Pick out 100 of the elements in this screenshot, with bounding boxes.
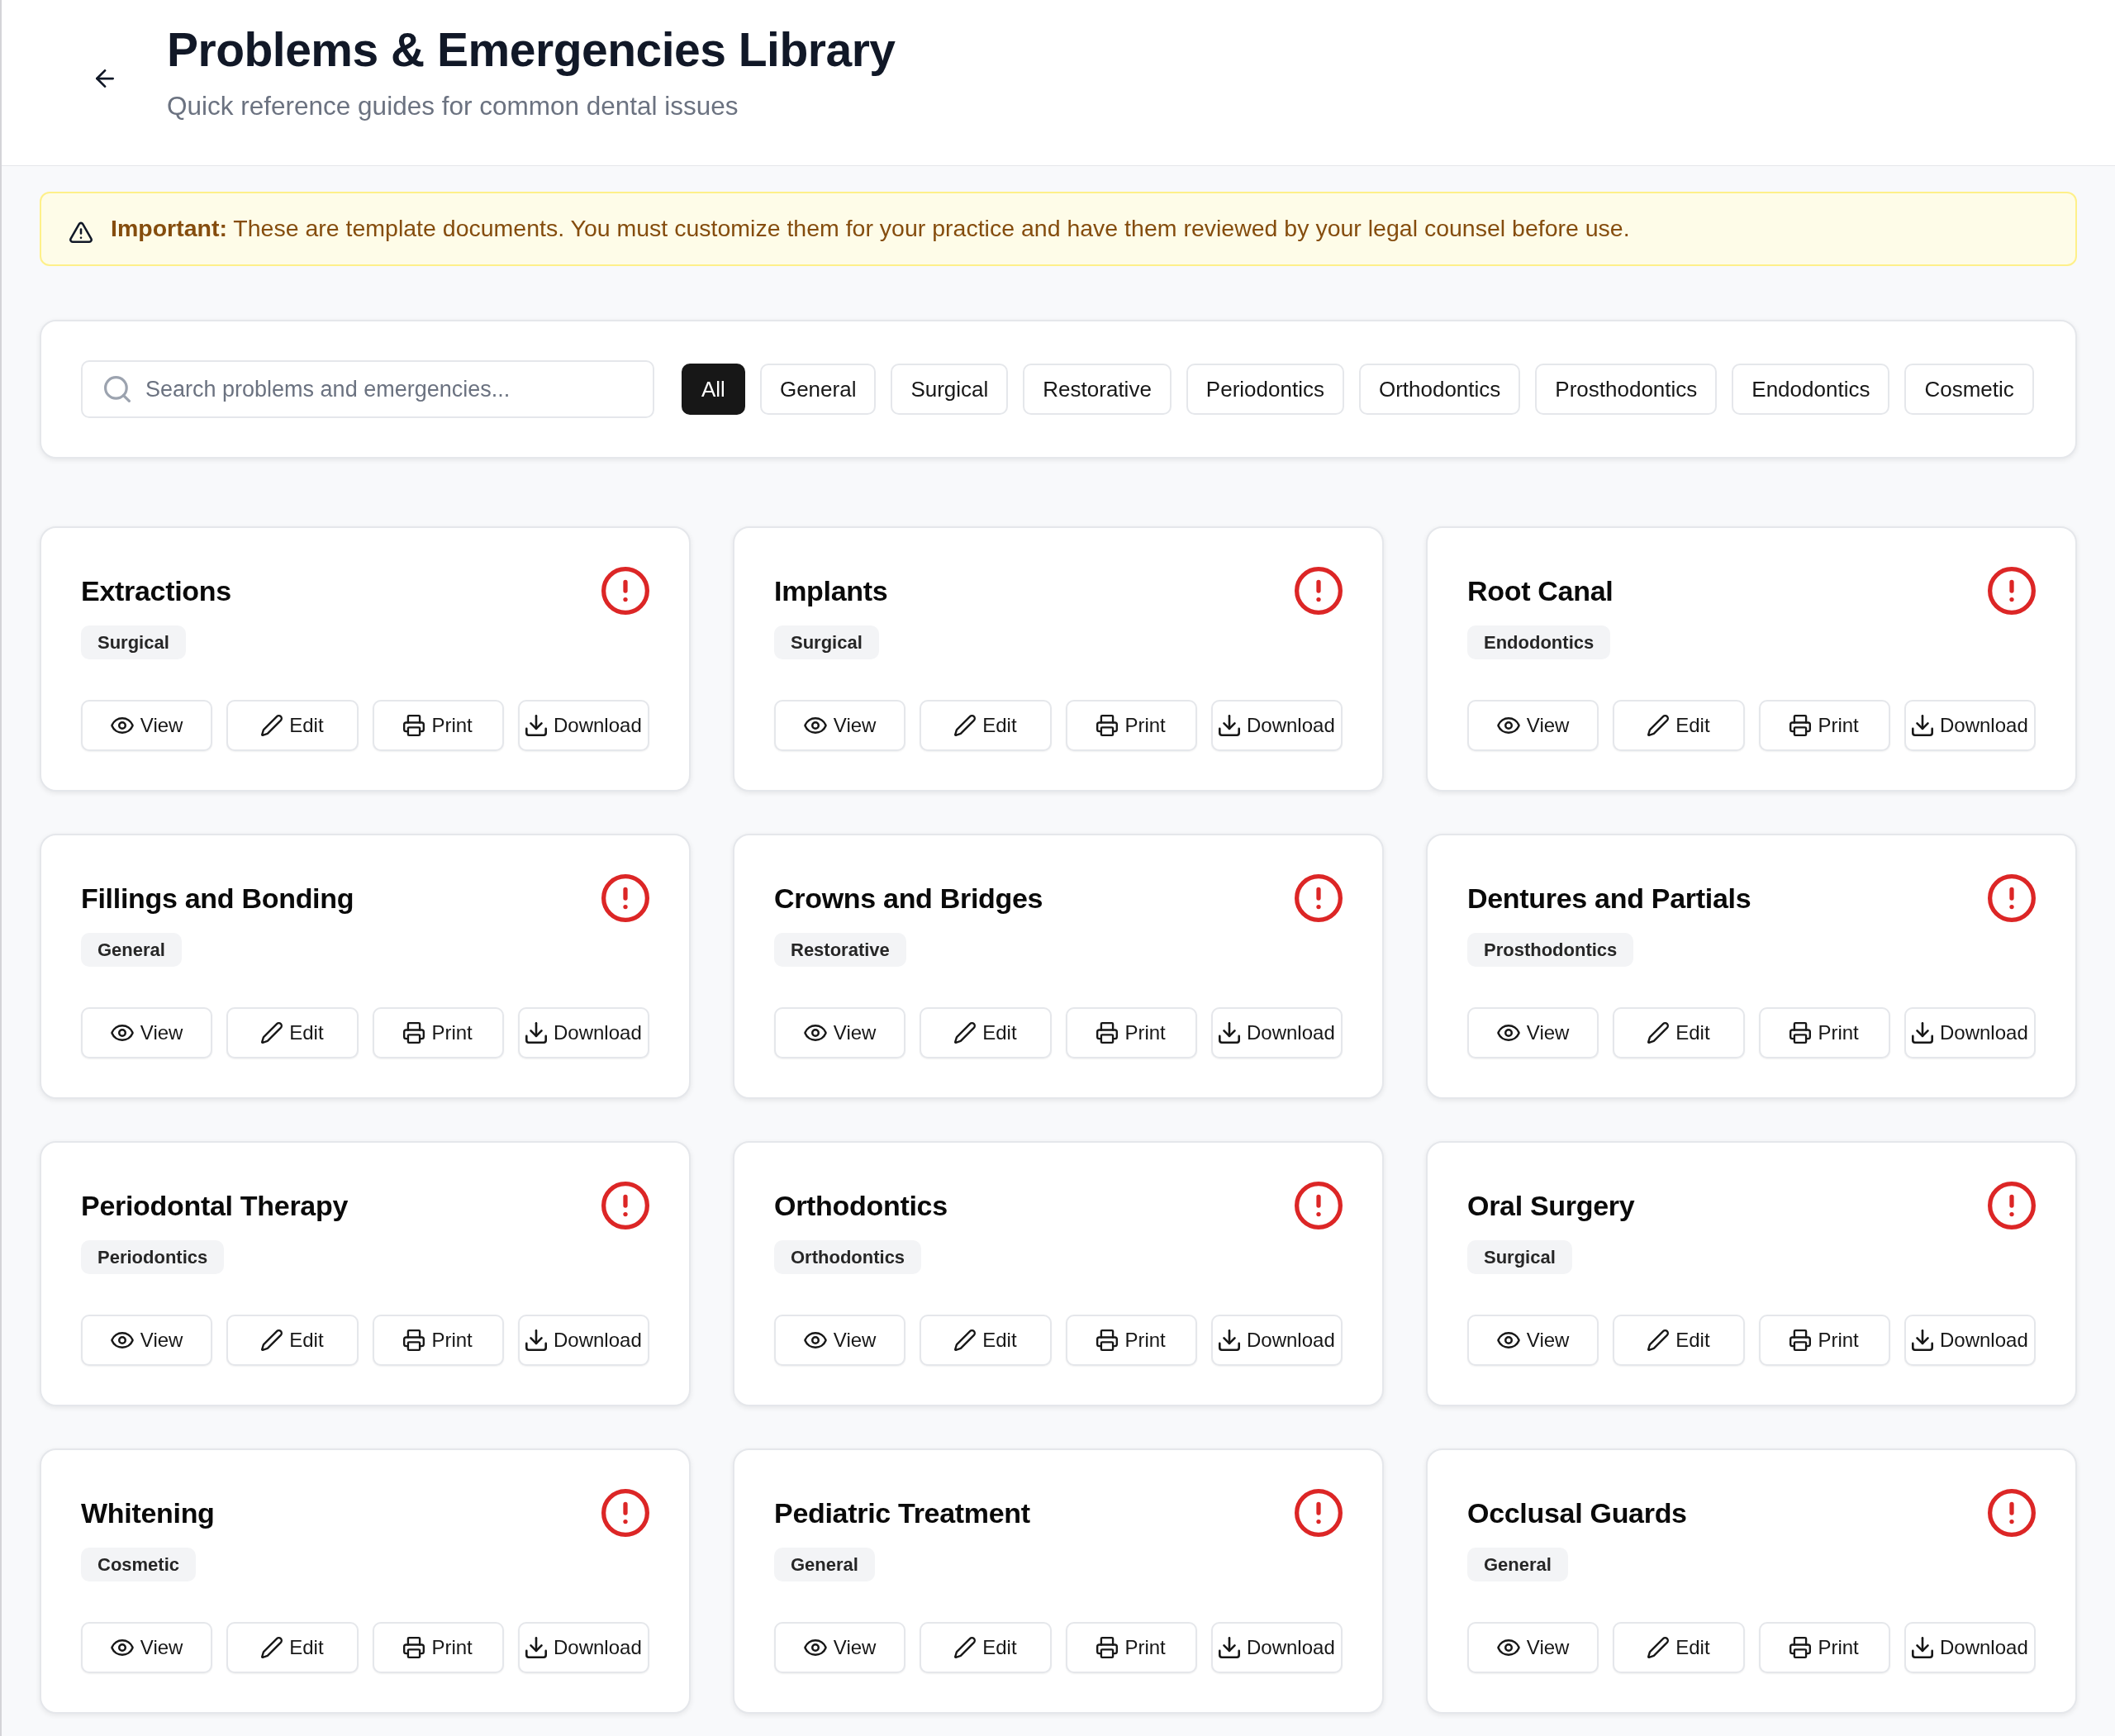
card-title: Root Canal xyxy=(1467,573,1614,608)
edit-button[interactable]: Edit xyxy=(920,1007,1052,1058)
filter-chip[interactable]: All xyxy=(682,364,745,415)
card-title: Pediatric Treatment xyxy=(774,1496,1030,1530)
download-icon xyxy=(1219,715,1240,736)
print-button[interactable]: Print xyxy=(372,1315,504,1366)
view-button[interactable]: View xyxy=(774,1007,906,1058)
download-button[interactable]: Download xyxy=(517,1622,649,1673)
card-title: Fillings and Bonding xyxy=(81,881,354,916)
card-title: Periodontal Therapy xyxy=(81,1188,349,1223)
category-tag: Prosthodontics xyxy=(1467,933,1634,967)
category-tag: Surgical xyxy=(774,625,879,659)
view-button[interactable]: View xyxy=(1467,1315,1599,1366)
filter-chip[interactable]: Surgical xyxy=(891,364,1009,415)
warning-text: Important: These are template documents. You must customize them for your practice and have them reviewed by your legal counsel before use. xyxy=(111,214,1630,244)
edit-button[interactable]: Edit xyxy=(1613,1007,1745,1058)
card-title: Oral Surgery xyxy=(1467,1188,1635,1223)
download-button[interactable]: Download xyxy=(1904,700,2036,751)
print-button[interactable]: Print xyxy=(1065,1315,1197,1366)
download-button[interactable]: Download xyxy=(1210,700,1343,751)
category-tag: General xyxy=(1467,1548,1568,1581)
printer-icon xyxy=(403,715,425,736)
view-button[interactable]: View xyxy=(1467,1007,1599,1058)
alert-circle-icon xyxy=(1988,567,2036,615)
download-button[interactable]: Download xyxy=(1904,1007,2036,1058)
view-button[interactable]: View xyxy=(774,1315,906,1366)
edit-button[interactable]: Edit xyxy=(920,700,1052,751)
printer-icon xyxy=(1096,1329,1119,1351)
download-button[interactable]: Download xyxy=(517,1007,649,1058)
eye-icon xyxy=(1496,1025,1520,1041)
filter-chip[interactable]: General xyxy=(759,364,877,415)
filter-chip[interactable]: Orthodontics xyxy=(1358,364,1521,415)
view-button[interactable]: View xyxy=(1467,700,1599,751)
printer-icon xyxy=(1789,1022,1812,1044)
edit-button[interactable]: Edit xyxy=(920,1622,1052,1673)
eye-icon xyxy=(803,1025,827,1041)
download-button[interactable]: Download xyxy=(1210,1315,1343,1366)
category-tag: Orthodontics xyxy=(774,1240,922,1274)
download-button[interactable]: Download xyxy=(1210,1622,1343,1673)
print-button[interactable]: Print xyxy=(1065,1622,1197,1673)
edit-button[interactable]: Edit xyxy=(226,1315,359,1366)
view-button[interactable]: View xyxy=(774,700,906,751)
download-button[interactable]: Download xyxy=(1904,1315,2036,1366)
download-icon xyxy=(525,1637,547,1658)
view-button[interactable]: View xyxy=(81,700,213,751)
print-button[interactable]: Print xyxy=(1758,1007,1890,1058)
eye-icon xyxy=(110,1639,134,1656)
pencil-icon xyxy=(954,1637,977,1658)
category-tag: Periodontics xyxy=(81,1240,225,1274)
download-icon xyxy=(1912,1329,1933,1351)
filter-chip[interactable]: Restorative xyxy=(1023,364,1172,415)
print-button[interactable]: Print xyxy=(372,1007,504,1058)
edit-button[interactable]: Edit xyxy=(1613,1622,1745,1673)
filter-chip[interactable]: Prosthodontics xyxy=(1535,364,1718,415)
edit-button[interactable]: Edit xyxy=(1613,700,1745,751)
eye-icon xyxy=(803,717,827,734)
alert-circle-icon xyxy=(601,1182,649,1229)
download-button[interactable]: Download xyxy=(1210,1007,1343,1058)
card-title: Orthodontics xyxy=(774,1188,948,1223)
print-button[interactable]: Print xyxy=(1758,700,1890,751)
category-tag: General xyxy=(81,933,182,967)
category-tag: Surgical xyxy=(81,625,186,659)
edit-button[interactable]: Edit xyxy=(226,1007,359,1058)
view-button[interactable]: View xyxy=(1467,1622,1599,1673)
download-button[interactable]: Download xyxy=(517,700,649,751)
edit-button[interactable]: Edit xyxy=(226,700,359,751)
edit-button[interactable]: Edit xyxy=(1613,1315,1745,1366)
filter-chip[interactable]: Periodontics xyxy=(1186,364,1344,415)
printer-icon xyxy=(1789,1637,1812,1658)
view-button[interactable]: View xyxy=(81,1007,213,1058)
view-button[interactable]: View xyxy=(774,1622,906,1673)
pencil-icon xyxy=(1647,1022,1670,1044)
print-button[interactable]: Print xyxy=(372,1622,504,1673)
eye-icon xyxy=(110,1025,134,1041)
print-button[interactable]: Print xyxy=(1758,1315,1890,1366)
view-button[interactable]: View xyxy=(81,1315,213,1366)
filter-chip[interactable]: Cosmetic xyxy=(1904,364,2034,415)
pencil-icon xyxy=(261,1022,283,1044)
print-button[interactable]: Print xyxy=(1065,1007,1197,1058)
pencil-icon xyxy=(954,715,977,736)
eye-icon xyxy=(110,717,134,734)
printer-icon xyxy=(1096,715,1119,736)
edit-button[interactable]: Edit xyxy=(226,1622,359,1673)
download-button[interactable]: Download xyxy=(1904,1622,2036,1673)
print-button[interactable]: Print xyxy=(1758,1622,1890,1673)
eye-icon xyxy=(803,1639,827,1656)
category-tag: Cosmetic xyxy=(81,1548,197,1581)
printer-icon xyxy=(403,1637,425,1658)
print-button[interactable]: Print xyxy=(372,700,504,751)
page-subtitle: Quick reference guides for common dental issues xyxy=(167,90,739,122)
print-button[interactable]: Print xyxy=(1065,700,1197,751)
search-field[interactable]: Search problems and emergencies... xyxy=(81,360,654,418)
alert-circle-icon xyxy=(1295,1182,1343,1229)
filter-chip[interactable]: Endodontics xyxy=(1732,364,1890,415)
printer-icon xyxy=(1096,1637,1119,1658)
download-button[interactable]: Download xyxy=(517,1315,649,1366)
edit-button[interactable]: Edit xyxy=(920,1315,1052,1366)
view-button[interactable]: View xyxy=(81,1622,213,1673)
download-icon xyxy=(1219,1637,1240,1658)
download-icon xyxy=(1912,715,1933,736)
